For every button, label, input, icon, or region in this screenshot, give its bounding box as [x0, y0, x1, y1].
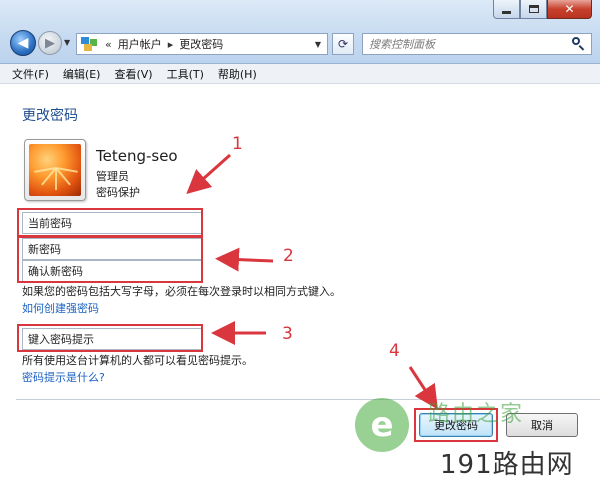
menu-edit[interactable]: 编辑(E)	[63, 66, 101, 82]
chevron-down-icon: ▼	[64, 38, 71, 47]
user-protection-status: 密码保护	[96, 186, 140, 199]
maximize-button[interactable]	[520, 0, 547, 19]
step-number-1: 1	[232, 134, 243, 154]
address-dropdown-icon[interactable]: ▼	[315, 40, 321, 49]
window-chrome: ✕ ◀ ▶ ▼ « 用户帐户 ▸ 更改密码 ▼ ⟳	[0, 0, 600, 64]
forward-button[interactable]: ▶	[38, 31, 62, 55]
maximize-icon	[528, 5, 539, 13]
watermark-site-name: 路由之家	[428, 402, 525, 427]
avatar	[24, 139, 86, 201]
step-number-2: 2	[283, 246, 294, 266]
back-arrow-icon: ◀	[17, 35, 29, 51]
step-number-4: 4	[389, 341, 400, 361]
user-name: Teteng-seo	[96, 147, 178, 165]
close-icon: ✕	[564, 2, 575, 16]
page-title: 更改密码	[22, 108, 78, 124]
back-button[interactable]: ◀	[10, 30, 36, 56]
search-input[interactable]	[369, 37, 570, 51]
password-hint-link[interactable]: 密码提示是什么?	[22, 369, 105, 385]
recent-pages-dropdown[interactable]: ▼	[64, 38, 70, 47]
highlight-box-1	[17, 208, 203, 237]
case-sensitivity-note: 如果您的密码包括大写字母，必须在每次登录时以相同方式键入。	[22, 285, 341, 298]
address-bar[interactable]: « 用户帐户 ▸ 更改密码 ▼	[76, 33, 328, 55]
strong-password-link[interactable]: 如何创建强密码	[22, 300, 99, 316]
forward-arrow-icon: ▶	[45, 35, 55, 51]
menu-tools[interactable]: 工具(T)	[167, 66, 204, 82]
window-controls: ✕	[493, 0, 592, 19]
minimize-icon	[502, 10, 511, 14]
search-icon[interactable]	[570, 35, 588, 53]
refresh-button[interactable]: ⟳	[332, 33, 354, 55]
user-role: 管理员	[96, 170, 129, 183]
watermark-domain: 191路由网	[440, 450, 574, 480]
menu-file[interactable]: 文件(F)	[12, 66, 49, 82]
highlight-box-3	[17, 324, 203, 352]
watermark-logo: e	[355, 398, 409, 452]
breadcrumb-user-accounts[interactable]: 用户帐户	[118, 36, 162, 52]
menu-help[interactable]: 帮助(H)	[218, 66, 257, 82]
user-picture	[29, 144, 81, 196]
breadcrumb-separator-icon[interactable]: ▸	[168, 38, 174, 51]
breadcrumb-overflow[interactable]: «	[105, 38, 112, 51]
menu-view[interactable]: 查看(V)	[114, 66, 152, 82]
menu-bar: 文件(F) 编辑(E) 查看(V) 工具(T) 帮助(H)	[0, 64, 600, 84]
minimize-button[interactable]	[493, 0, 520, 19]
hint-visibility-note: 所有使用这台计算机的人都可以看见密码提示。	[22, 354, 253, 367]
step-number-3: 3	[282, 324, 293, 344]
breadcrumb-change-password[interactable]: 更改密码	[179, 36, 223, 52]
refresh-icon: ⟳	[337, 37, 349, 51]
close-button[interactable]: ✕	[547, 0, 592, 19]
search-box[interactable]	[362, 33, 592, 55]
highlight-box-2	[17, 236, 203, 283]
control-panel-icon	[81, 37, 99, 51]
